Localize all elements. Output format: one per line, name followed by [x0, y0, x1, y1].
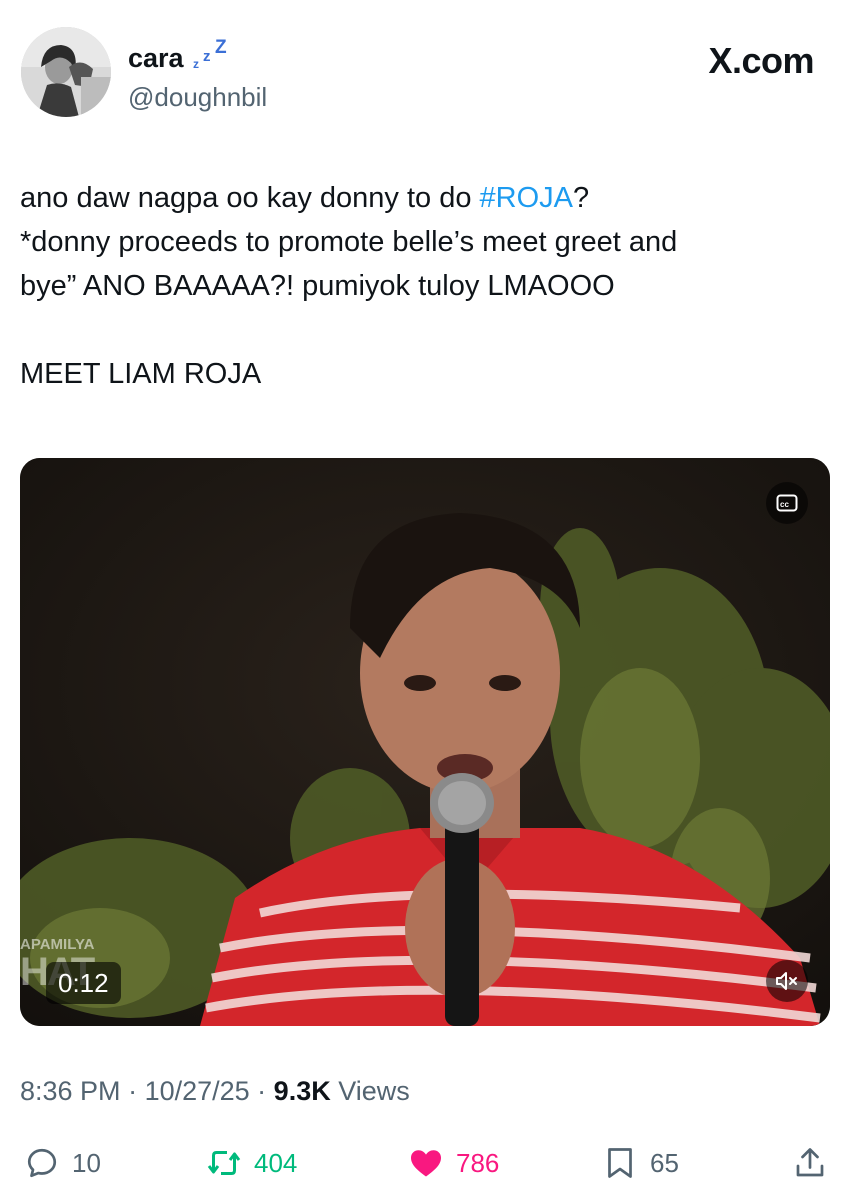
action-bar: 10 404 786 65 — [0, 1138, 848, 1188]
svg-text:z: z — [193, 57, 199, 70]
bookmark-button[interactable]: 65 — [602, 1138, 679, 1188]
tweet-header: cara z z Z @doughnbil X.com — [0, 0, 848, 140]
profile-photo — [21, 27, 111, 117]
like-count: 786 — [456, 1147, 500, 1178]
site-logo: X.com — [708, 40, 814, 81]
zzz-icon: z z Z — [192, 36, 236, 71]
video-player[interactable]: APAMILYA HAT cc 0:12 — [20, 458, 830, 1026]
tweet-time[interactable]: 8:36 PM — [20, 1076, 121, 1106]
display-name[interactable]: cara — [128, 43, 184, 74]
user-handle[interactable]: @doughnbil — [128, 82, 267, 113]
repost-icon — [207, 1151, 241, 1175]
reply-icon — [27, 1148, 57, 1178]
tweet-line-2: *donny proceeds to promote belle’s meet … — [20, 226, 678, 258]
tweet-meta: 8:36 PM · 10/27/25 · 9.3K Views — [20, 1076, 410, 1106]
avatar[interactable] — [21, 27, 111, 117]
bookmark-count: 65 — [650, 1147, 679, 1178]
tweet-line-1: ano daw nagpa oo kay donny to do #ROJA? — [20, 182, 590, 214]
heart-filled-icon — [411, 1150, 441, 1177]
svg-text:Z: Z — [215, 37, 227, 58]
reply-count: 10 — [72, 1147, 101, 1178]
mute-button[interactable] — [766, 960, 808, 1002]
tweet-text: ano daw nagpa oo kay donny to do #ROJA? … — [20, 176, 832, 396]
views-count: 9.3K — [273, 1076, 331, 1106]
closed-captions-icon: cc — [776, 494, 798, 512]
repost-count: 404 — [254, 1147, 298, 1178]
bookmark-icon — [608, 1148, 632, 1178]
svg-text:z: z — [203, 48, 211, 65]
like-button[interactable]: 786 — [408, 1138, 499, 1188]
speaker-muted-icon — [776, 972, 797, 990]
views-label: Views — [330, 1076, 410, 1106]
video-duration: 0:12 — [46, 962, 121, 1004]
tweet-line-3: bye” ANO BAAAAA?! pumiyok tuloy LMAOOO — [20, 270, 615, 302]
video-frame — [20, 458, 830, 1026]
reply-button[interactable]: 10 — [24, 1138, 101, 1188]
closed-captions-button[interactable]: cc — [766, 482, 808, 524]
hashtag-link[interactable]: #ROJA — [480, 182, 573, 214]
share-icon — [796, 1148, 824, 1177]
tweet-date[interactable]: 10/27/25 — [145, 1076, 250, 1106]
tweet-line-4: MEET LIAM ROJA — [20, 358, 262, 390]
svg-text:cc: cc — [780, 500, 789, 509]
share-button[interactable] — [792, 1138, 828, 1188]
repost-button[interactable]: 404 — [206, 1138, 297, 1188]
